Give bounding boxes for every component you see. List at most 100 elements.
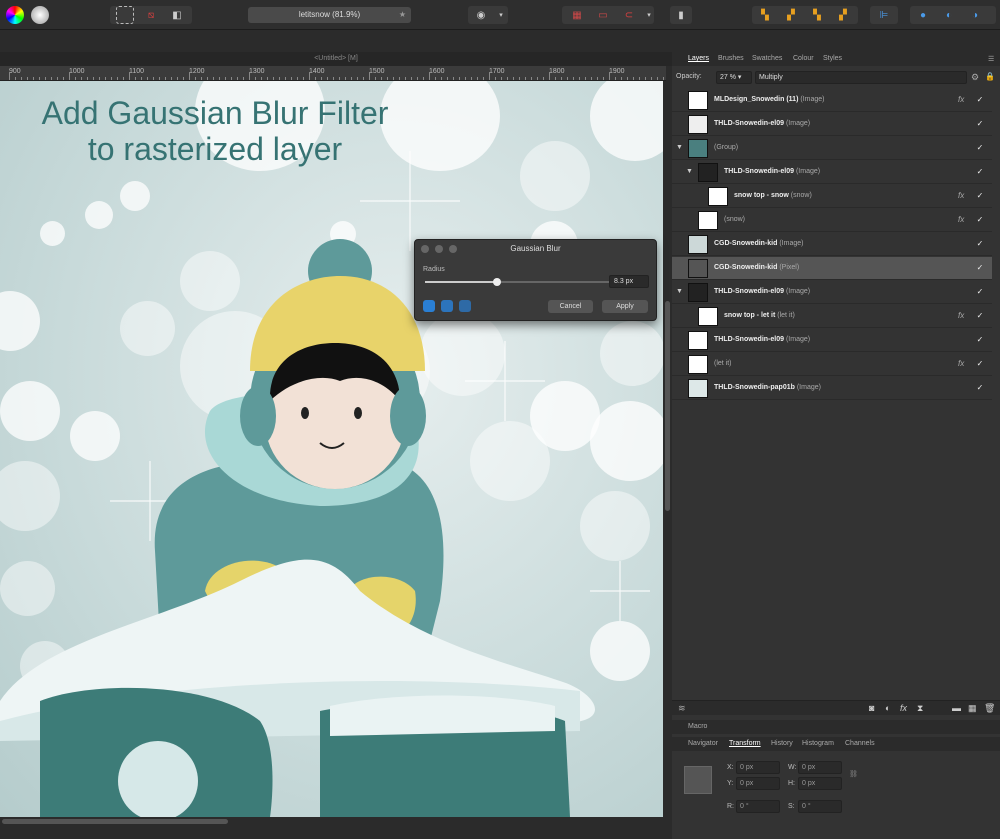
deselect-icon[interactable]: ⧅ xyxy=(142,6,160,24)
fx-icon[interactable]: fx xyxy=(958,215,964,224)
tab-histogram[interactable]: Histogram xyxy=(802,740,834,747)
radius-value-field[interactable]: 8.3 px xyxy=(609,275,649,288)
visibility-checkbox[interactable]: ✓ xyxy=(975,383,985,393)
layer-row[interactable]: snow top - snow (snow) fx ✓ xyxy=(672,185,992,208)
document-tab[interactable]: <Untitled> [M] xyxy=(0,52,672,66)
tab-styles[interactable]: Styles xyxy=(823,55,842,62)
visibility-checkbox[interactable]: ✓ xyxy=(975,287,985,297)
x-field[interactable]: 0 px xyxy=(736,761,780,774)
trash-icon[interactable]: 🗑 xyxy=(984,703,995,714)
blend-mode-select[interactable]: Multiply xyxy=(755,71,967,84)
arrange-back-icon[interactable]: ▚ xyxy=(756,6,774,24)
visibility-checkbox[interactable]: ✓ xyxy=(975,95,985,105)
tab-navigator[interactable]: Navigator xyxy=(688,740,718,747)
folder-icon[interactable]: ▬ xyxy=(952,703,961,713)
y-field[interactable]: 0 px xyxy=(736,777,780,790)
mask-layer-icon[interactable]: ◙ xyxy=(869,703,874,713)
layer-row[interactable]: MLDesign_Snowedin (11) (Image) fx ✓ xyxy=(672,89,992,112)
split-view-icon[interactable] xyxy=(441,300,453,312)
fx-icon[interactable]: fx xyxy=(958,359,964,368)
tone-icon[interactable] xyxy=(31,6,49,24)
layer-row[interactable]: ▼ THLD-Snowedin-el09 (Image) ✓ xyxy=(672,281,992,304)
panel-menu-icon[interactable]: ☰ xyxy=(988,55,994,63)
visibility-checkbox[interactable]: ✓ xyxy=(975,119,985,129)
layer-row[interactable]: CGD-Snowedin-kid (Pixel) ✓ xyxy=(672,257,992,280)
layer-row[interactable]: snow top - let it (let it) fx ✓ xyxy=(672,305,992,328)
mirror-view-icon[interactable] xyxy=(459,300,471,312)
layer-row[interactable]: THLD-Snowedin-pap01b (Image) ✓ xyxy=(672,377,992,400)
visibility-checkbox[interactable]: ✓ xyxy=(975,239,985,249)
expand-triangle-icon[interactable]: ▼ xyxy=(686,168,693,175)
edge-mode-icon[interactable] xyxy=(423,300,435,312)
cancel-button[interactable]: Cancel xyxy=(548,300,593,313)
w-field[interactable]: 0 px xyxy=(798,761,842,774)
visibility-checkbox[interactable]: ✓ xyxy=(975,335,985,345)
tab-layers[interactable]: Layers xyxy=(688,55,709,62)
mask-icon[interactable]: ◉ xyxy=(472,6,490,24)
visibility-checkbox[interactable]: ✓ xyxy=(975,359,985,369)
arrange-backward-icon[interactable]: ▞ xyxy=(782,6,800,24)
r-field[interactable]: 0 ° xyxy=(736,800,780,813)
arrange-forward-icon[interactable]: ▚ xyxy=(808,6,826,24)
add-layer-icon[interactable]: ▦ xyxy=(968,703,977,714)
lock-icon[interactable]: 🔒 xyxy=(985,72,995,81)
document-title[interactable]: letitsnow (81.9%) ★ xyxy=(248,7,411,23)
tab-swatches[interactable]: Swatches xyxy=(752,55,782,62)
subtract-shapes-icon[interactable]: ◐ xyxy=(940,6,958,24)
tab-history[interactable]: History xyxy=(771,740,793,747)
fx-icon[interactable]: fx xyxy=(958,95,964,104)
layer-row[interactable]: CGD-Snowedin-kid (Image) ✓ xyxy=(672,233,992,256)
grid-icon[interactable]: ▦ xyxy=(568,6,586,24)
intersect-shapes-icon[interactable]: ◑ xyxy=(966,6,984,24)
arrange-front-icon[interactable]: ▞ xyxy=(834,6,852,24)
radius-slider[interactable] xyxy=(425,278,610,286)
radius-slider-knob[interactable] xyxy=(493,278,502,286)
vertical-scroll-thumb[interactable] xyxy=(665,301,670,511)
layers-stack-icon[interactable]: ≋ xyxy=(678,703,686,714)
macro-panel-header[interactable]: Macro xyxy=(672,720,1000,734)
visibility-checkbox[interactable]: ✓ xyxy=(975,215,985,225)
h-field[interactable]: 0 px xyxy=(798,777,842,790)
fx-icon[interactable]: fx xyxy=(900,703,907,713)
snap-icon[interactable]: ▭ xyxy=(594,6,612,24)
visibility-checkbox[interactable]: ✓ xyxy=(975,143,985,153)
visibility-checkbox[interactable]: ✓ xyxy=(975,191,985,201)
tab-transform[interactable]: Transform xyxy=(729,740,761,747)
invert-selection-icon[interactable]: ◧ xyxy=(168,6,186,24)
expand-triangle-icon[interactable]: ▼ xyxy=(676,288,683,295)
adjustment-icon[interactable]: ◐ xyxy=(885,703,890,713)
layer-row[interactable]: THLD-Snowedin-el09 (Image) ✓ xyxy=(672,113,992,136)
horizontal-scrollbar[interactable] xyxy=(0,817,672,839)
layer-row[interactable]: THLD-Snowedin-el09 (Image) ✓ xyxy=(672,329,992,352)
apply-button[interactable]: Apply xyxy=(602,300,648,313)
chevron-down-icon[interactable]: ▾ xyxy=(492,6,510,24)
s-field[interactable]: 0 ° xyxy=(798,800,842,813)
tab-channels[interactable]: Channels xyxy=(845,740,875,747)
marquee-select-icon[interactable] xyxy=(116,6,134,24)
document-canvas[interactable]: Add Gaussian Blur Filter to rasterized l… xyxy=(0,81,663,817)
assistant-icon[interactable]: ▮ xyxy=(672,6,690,24)
gear-icon[interactable]: ⚙ xyxy=(971,72,979,83)
expand-triangle-icon[interactable]: ▼ xyxy=(676,144,683,151)
visibility-checkbox[interactable]: ✓ xyxy=(975,263,985,273)
opacity-field[interactable]: 27 % ▾ xyxy=(716,71,752,84)
add-shapes-icon[interactable]: ● xyxy=(914,6,932,24)
color-wheel-icon[interactable] xyxy=(6,6,24,24)
layer-row[interactable]: ▼ THLD-Snowedin-el09 (Image) ✓ xyxy=(672,161,992,184)
fx-icon[interactable]: fx xyxy=(958,311,964,320)
magnet-icon[interactable]: ⊂ xyxy=(620,6,638,24)
layer-row[interactable]: (snow) fx ✓ xyxy=(672,209,992,232)
align-icon[interactable]: ⊫ xyxy=(875,6,893,24)
link-icon[interactable]: ⛓ xyxy=(849,770,858,778)
layer-row[interactable]: (let it) fx ✓ xyxy=(672,353,992,376)
tab-brushes[interactable]: Brushes xyxy=(718,55,744,62)
star-icon[interactable]: ★ xyxy=(399,7,406,23)
visibility-checkbox[interactable]: ✓ xyxy=(975,311,985,321)
hourglass-icon[interactable]: ⧗ xyxy=(917,703,923,714)
anchor-grid[interactable] xyxy=(684,766,712,794)
horizontal-scroll-thumb[interactable] xyxy=(2,819,228,824)
vertical-scrollbar[interactable] xyxy=(663,81,672,817)
tab-colour[interactable]: Colour xyxy=(793,55,814,62)
layer-row[interactable]: ▼ (Group) ✓ xyxy=(672,137,992,160)
fx-icon[interactable]: fx xyxy=(958,191,964,200)
